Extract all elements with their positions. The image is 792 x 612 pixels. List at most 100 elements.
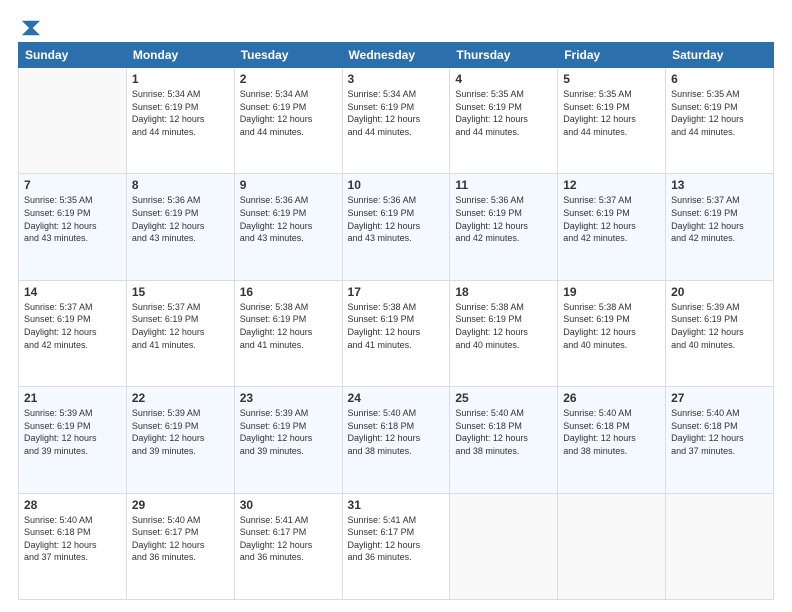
day-info: Sunrise: 5:40 AMSunset: 6:18 PMDaylight:… <box>563 407 660 457</box>
day-info: Sunrise: 5:39 AMSunset: 6:19 PMDaylight:… <box>671 301 768 351</box>
day-number: 22 <box>132 391 229 405</box>
calendar-cell: 27Sunrise: 5:40 AMSunset: 6:18 PMDayligh… <box>666 387 774 493</box>
day-number: 21 <box>24 391 121 405</box>
day-info: Sunrise: 5:34 AMSunset: 6:19 PMDaylight:… <box>348 88 445 138</box>
day-info: Sunrise: 5:34 AMSunset: 6:19 PMDaylight:… <box>132 88 229 138</box>
day-number: 3 <box>348 72 445 86</box>
calendar-cell: 29 Sunrise: 5:40 AMSunset: 6:17 PMDayligh… <box>126 493 234 599</box>
calendar-cell: 20 Sunrise: 5:39 AMSunset: 6:19 PMDayligh… <box>666 280 774 386</box>
day-info: Sunrise: 5:35 AMSunset: 6:19 PMDaylight:… <box>563 88 660 138</box>
day-info: Sunrise: 5:41 AMSunset: 6:17 PMDaylight:… <box>348 514 445 564</box>
day-info: Sunrise: 5:38 AMSunset: 6:19 PMDaylight:… <box>240 301 337 351</box>
day-number: 19 <box>563 285 660 299</box>
day-info: Sunrise: 5:35 AMSunset: 6:19 PMDaylight:… <box>455 88 552 138</box>
day-number: 29 <box>132 498 229 512</box>
day-info: Sunrise: 5:40 AMSunset: 6:18 PMDaylight:… <box>455 407 552 457</box>
day-info: Sunrise: 5:41 AMSunset: 6:17 PMDaylight:… <box>240 514 337 564</box>
day-info: Sunrise: 5:37 AMSunset: 6:19 PMDaylight:… <box>671 194 768 244</box>
calendar-cell: 5 Sunrise: 5:35 AMSunset: 6:19 PMDaylight… <box>558 68 666 174</box>
day-number: 5 <box>563 72 660 86</box>
day-number: 26 <box>563 391 660 405</box>
calendar-cell: 8 Sunrise: 5:36 AMSunset: 6:19 PMDaylight… <box>126 174 234 280</box>
day-info: Sunrise: 5:37 AMSunset: 6:19 PMDaylight:… <box>132 301 229 351</box>
calendar-cell: 15 Sunrise: 5:37 AMSunset: 6:19 PMDayligh… <box>126 280 234 386</box>
calendar-cell: 6Sunrise: 5:35 AMSunset: 6:19 PMDaylight… <box>666 68 774 174</box>
week-row-5: 28 Sunrise: 5:40 AMSunset: 6:18 PMDayligh… <box>19 493 774 599</box>
calendar-cell: 24 Sunrise: 5:40 AMSunset: 6:18 PMDayligh… <box>342 387 450 493</box>
calendar-cell <box>558 493 666 599</box>
calendar-cell: 3 Sunrise: 5:34 AMSunset: 6:19 PMDaylight… <box>342 68 450 174</box>
day-info: Sunrise: 5:36 AMSunset: 6:19 PMDaylight:… <box>455 194 552 244</box>
logo <box>18 18 40 34</box>
day-info: Sunrise: 5:40 AMSunset: 6:17 PMDaylight:… <box>132 514 229 564</box>
calendar-cell: 26 Sunrise: 5:40 AMSunset: 6:18 PMDayligh… <box>558 387 666 493</box>
day-info: Sunrise: 5:40 AMSunset: 6:18 PMDaylight:… <box>24 514 121 564</box>
day-number: 12 <box>563 178 660 192</box>
calendar-cell: 31 Sunrise: 5:41 AMSunset: 6:17 PMDayligh… <box>342 493 450 599</box>
day-number: 8 <box>132 178 229 192</box>
calendar-header-sunday: Sunday <box>19 43 127 68</box>
day-number: 4 <box>455 72 552 86</box>
day-number: 28 <box>24 498 121 512</box>
calendar-header-friday: Friday <box>558 43 666 68</box>
calendar-cell: 17 Sunrise: 5:38 AMSunset: 6:19 PMDayligh… <box>342 280 450 386</box>
day-number: 1 <box>132 72 229 86</box>
day-number: 24 <box>348 391 445 405</box>
calendar-cell: 22 Sunrise: 5:39 AMSunset: 6:19 PMDayligh… <box>126 387 234 493</box>
calendar-cell <box>19 68 127 174</box>
day-info: Sunrise: 5:34 AMSunset: 6:19 PMDaylight:… <box>240 88 337 138</box>
day-info: Sunrise: 5:38 AMSunset: 6:19 PMDaylight:… <box>348 301 445 351</box>
day-info: Sunrise: 5:38 AMSunset: 6:19 PMDaylight:… <box>563 301 660 351</box>
week-row-2: 7Sunrise: 5:35 AMSunset: 6:19 PMDaylight… <box>19 174 774 280</box>
calendar-cell: 2 Sunrise: 5:34 AMSunset: 6:19 PMDaylight… <box>234 68 342 174</box>
calendar-cell: 10Sunrise: 5:36 AMSunset: 6:19 PMDayligh… <box>342 174 450 280</box>
day-number: 25 <box>455 391 552 405</box>
calendar-cell: 13 Sunrise: 5:37 AMSunset: 6:19 PMDayligh… <box>666 174 774 280</box>
calendar-cell: 25 Sunrise: 5:40 AMSunset: 6:18 PMDayligh… <box>450 387 558 493</box>
week-row-1: 1 Sunrise: 5:34 AMSunset: 6:19 PMDaylight… <box>19 68 774 174</box>
day-number: 31 <box>348 498 445 512</box>
day-info: Sunrise: 5:39 AMSunset: 6:19 PMDaylight:… <box>240 407 337 457</box>
calendar-cell: 23 Sunrise: 5:39 AMSunset: 6:19 PMDayligh… <box>234 387 342 493</box>
calendar-header-saturday: Saturday <box>666 43 774 68</box>
week-row-4: 21 Sunrise: 5:39 AMSunset: 6:19 PMDayligh… <box>19 387 774 493</box>
day-info: Sunrise: 5:37 AMSunset: 6:19 PMDaylight:… <box>24 301 121 351</box>
day-number: 6 <box>671 72 768 86</box>
day-number: 9 <box>240 178 337 192</box>
day-number: 17 <box>348 285 445 299</box>
logo-flag-icon <box>20 18 40 38</box>
day-info: Sunrise: 5:39 AMSunset: 6:19 PMDaylight:… <box>132 407 229 457</box>
day-number: 23 <box>240 391 337 405</box>
calendar-cell: 16Sunrise: 5:38 AMSunset: 6:19 PMDayligh… <box>234 280 342 386</box>
day-info: Sunrise: 5:36 AMSunset: 6:19 PMDaylight:… <box>132 194 229 244</box>
calendar-header-monday: Monday <box>126 43 234 68</box>
calendar-cell: 21 Sunrise: 5:39 AMSunset: 6:19 PMDayligh… <box>19 387 127 493</box>
calendar-cell: 4 Sunrise: 5:35 AMSunset: 6:19 PMDaylight… <box>450 68 558 174</box>
day-info: Sunrise: 5:40 AMSunset: 6:18 PMDaylight:… <box>348 407 445 457</box>
day-number: 2 <box>240 72 337 86</box>
page: SundayMondayTuesdayWednesdayThursdayFrid… <box>0 0 792 612</box>
calendar-header-row: SundayMondayTuesdayWednesdayThursdayFrid… <box>19 43 774 68</box>
calendar-cell: 1 Sunrise: 5:34 AMSunset: 6:19 PMDaylight… <box>126 68 234 174</box>
day-number: 11 <box>455 178 552 192</box>
day-number: 7 <box>24 178 121 192</box>
day-info: Sunrise: 5:36 AMSunset: 6:19 PMDaylight:… <box>240 194 337 244</box>
day-info: Sunrise: 5:37 AMSunset: 6:19 PMDaylight:… <box>563 194 660 244</box>
calendar-cell: 12 Sunrise: 5:37 AMSunset: 6:19 PMDayligh… <box>558 174 666 280</box>
day-number: 30 <box>240 498 337 512</box>
logo-text <box>18 18 40 38</box>
calendar-cell: 9 Sunrise: 5:36 AMSunset: 6:19 PMDaylight… <box>234 174 342 280</box>
day-info: Sunrise: 5:38 AMSunset: 6:19 PMDaylight:… <box>455 301 552 351</box>
calendar-cell: 11 Sunrise: 5:36 AMSunset: 6:19 PMDayligh… <box>450 174 558 280</box>
day-info: Sunrise: 5:39 AMSunset: 6:19 PMDaylight:… <box>24 407 121 457</box>
day-number: 20 <box>671 285 768 299</box>
calendar-cell <box>666 493 774 599</box>
day-number: 13 <box>671 178 768 192</box>
calendar-cell: 7Sunrise: 5:35 AMSunset: 6:19 PMDaylight… <box>19 174 127 280</box>
calendar-cell <box>450 493 558 599</box>
day-number: 10 <box>348 178 445 192</box>
calendar-cell: 30 Sunrise: 5:41 AMSunset: 6:17 PMDayligh… <box>234 493 342 599</box>
calendar-cell: 28 Sunrise: 5:40 AMSunset: 6:18 PMDayligh… <box>19 493 127 599</box>
day-number: 15 <box>132 285 229 299</box>
calendar-cell: 19 Sunrise: 5:38 AMSunset: 6:19 PMDayligh… <box>558 280 666 386</box>
